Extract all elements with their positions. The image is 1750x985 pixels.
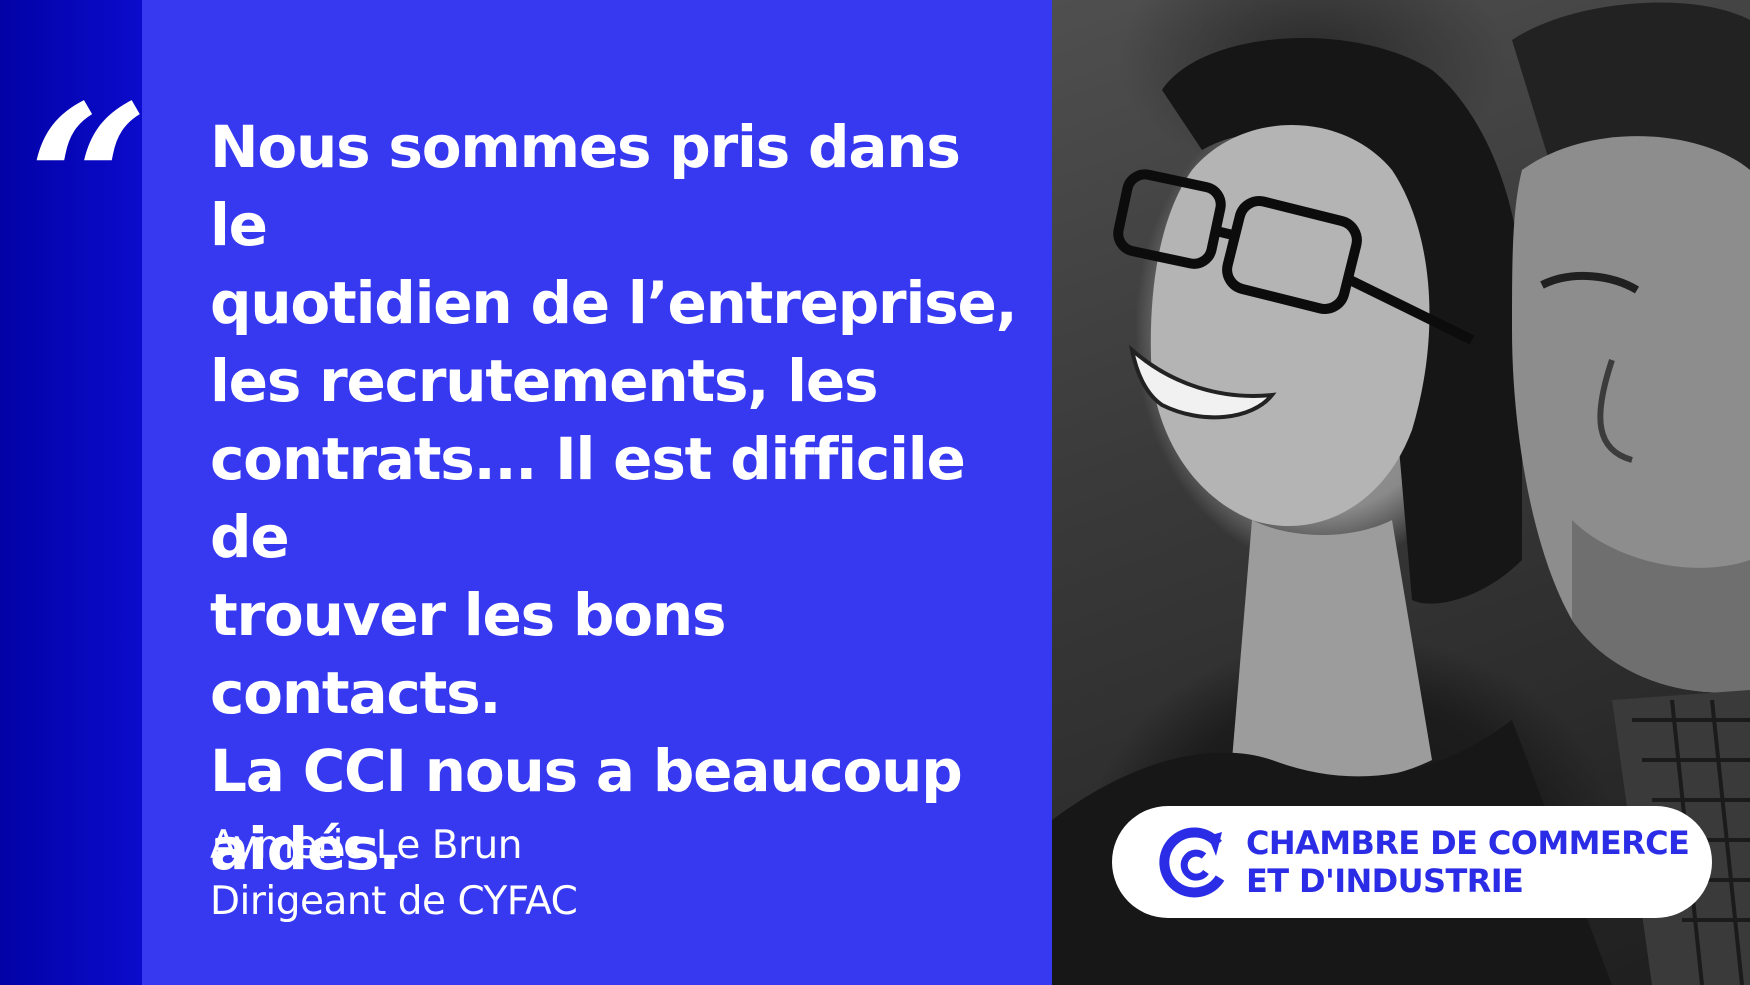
cci-logo-icon: [1159, 827, 1225, 898]
badge-line-2: ET D'INDUSTRIE: [1246, 862, 1524, 900]
quote-mark-icon: “: [28, 59, 149, 306]
quote-line: La CCI nous a beaucoup: [210, 737, 963, 805]
cci-badge-text: CHAMBRE DE COMMERCE ET D'INDUSTRIE: [1246, 824, 1690, 900]
quote-line: Nous sommes pris dans le: [210, 113, 961, 259]
quote-line: les recrutements, les: [210, 347, 878, 415]
quote-panel: Nous sommes pris dans le quotidien de l’…: [142, 0, 1052, 985]
badge-line-1: CHAMBRE DE COMMERCE: [1246, 824, 1690, 862]
quote-text: Nous sommes pris dans le quotidien de l’…: [210, 108, 1020, 888]
author-role: Dirigeant de CYFAC: [210, 879, 578, 924]
quote-line: trouver les bons contacts.: [210, 581, 727, 727]
quote-line: contrats... Il est difficile de: [210, 425, 966, 571]
left-accent-bar: “: [0, 0, 149, 985]
author-block: Aymeric Le Brun Dirigeant de CYFAC: [210, 818, 578, 930]
author-name: Aymeric Le Brun: [210, 823, 522, 868]
quote-line: quotidien de l’entreprise,: [210, 269, 1018, 337]
cci-badge: CHAMBRE DE COMMERCE ET D'INDUSTRIE: [1112, 806, 1712, 918]
quote-card: “ Nous sommes pris dans le quotidien de …: [0, 0, 1750, 985]
